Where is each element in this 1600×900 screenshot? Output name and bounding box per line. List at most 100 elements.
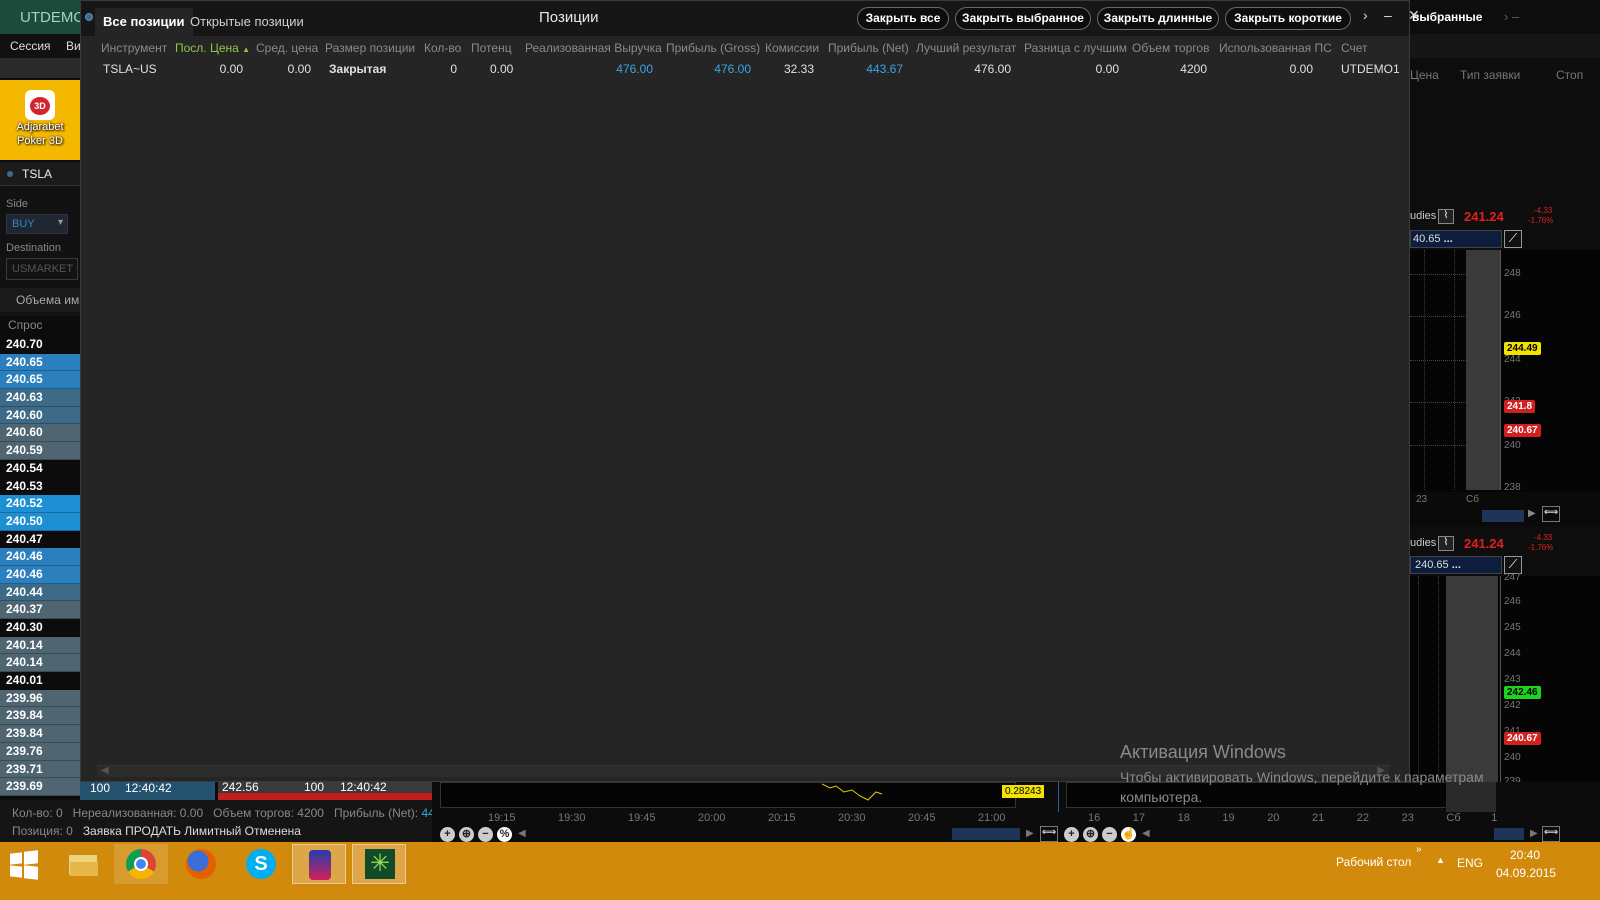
depth-row[interactable]: 239.71 — [0, 760, 80, 779]
close-selected-button[interactable]: Закрыть выбранное — [955, 7, 1091, 30]
col-instrument[interactable]: Инструмент — [101, 41, 167, 55]
depth-row[interactable]: 240.59 — [0, 442, 80, 460]
col-used-bp[interactable]: Использованная ПС — [1219, 41, 1332, 55]
start-button[interactable] — [8, 850, 38, 880]
zoom-out-icon[interactable]: − — [478, 827, 493, 842]
menu-view[interactable]: Ви — [66, 39, 81, 53]
chart2-studies[interactable]: udies — [1410, 537, 1436, 549]
scroll-left-icon[interactable]: ◀ — [101, 765, 109, 776]
green-app-icon[interactable]: ✳ — [352, 844, 406, 884]
minimize-icon[interactable]: – — [1384, 7, 1392, 23]
order-entry-symbol[interactable]: TSLA — [0, 162, 80, 186]
fit-icon[interactable]: ⟺ — [1040, 826, 1058, 842]
chart2-studies-icon[interactable]: ⌇ — [1438, 536, 1454, 551]
depth-row[interactable]: 240.14 — [0, 654, 80, 673]
zoom-out-icon-2[interactable]: − — [1102, 827, 1117, 842]
col-commissions[interactable]: Комиссии — [765, 41, 819, 55]
right-window-controls[interactable]: › – — [1504, 9, 1519, 24]
zoom-crosshair-icon[interactable]: + — [440, 827, 455, 842]
menu-session[interactable]: Сессия — [10, 39, 51, 53]
chart1-draw-icon[interactable]: ⟋ — [1504, 230, 1522, 248]
depth-row[interactable]: 240.50 — [0, 512, 80, 531]
chrome-icon[interactable] — [114, 844, 168, 884]
link-dot-icon[interactable] — [85, 13, 93, 21]
col-last-price[interactable]: Посл. Цена ▲ — [175, 41, 250, 55]
percent-icon[interactable]: % — [497, 827, 512, 842]
desktop-shortcut-adjarabet-poker[interactable]: Adjarabet Poker 3D — [0, 80, 80, 160]
close-icon[interactable]: ✕ — [1408, 7, 1420, 24]
zoom-crosshair-icon-2[interactable]: + — [1064, 827, 1079, 842]
col-potential[interactable]: Потенц — [471, 41, 515, 55]
firefox-icon[interactable] — [174, 844, 228, 884]
depth-row[interactable]: 240.52 — [0, 495, 80, 513]
toolbar-chevron-icon[interactable]: » — [1416, 844, 1422, 855]
col-best-result[interactable]: Лучший результат — [916, 41, 1016, 55]
depth-row[interactable]: 240.65 — [0, 353, 80, 372]
explorer-icon[interactable] — [56, 844, 110, 884]
depth-row[interactable]: 240.46 — [0, 548, 80, 566]
tab-all-positions[interactable]: Все позиции — [95, 8, 193, 36]
col-profit-gross[interactable]: Прибыль (Gross) — [666, 41, 760, 55]
chart1-fit-icon[interactable]: ⟺ — [1542, 506, 1560, 522]
tab-open-positions[interactable]: Открытые позиции — [182, 8, 312, 36]
depth-row[interactable]: 240.63 — [0, 389, 80, 407]
depth-row[interactable]: 240.70 — [0, 336, 80, 354]
col-avg-price[interactable]: Сред. цена — [256, 41, 318, 55]
chart1-studies[interactable]: udies — [1410, 210, 1436, 222]
depth-row[interactable]: 240.14 — [0, 636, 80, 655]
depth-row[interactable]: 240.60 — [0, 424, 80, 443]
fit-icon-2[interactable]: ⟺ — [1542, 826, 1560, 842]
depth-row[interactable]: 240.54 — [0, 459, 80, 478]
chart1-price-input[interactable]: 40.65 ... — [1410, 230, 1502, 248]
chart2-price-input[interactable]: 240.65 ... — [1410, 556, 1502, 574]
col-diff-from-best[interactable]: Разница с лучшим — [1024, 41, 1127, 55]
table-row[interactable]: TSLA~US 0.00 0.00 Закрытая 0 0.00 476.00… — [81, 61, 1409, 81]
scroll-left-icon[interactable]: ◀ — [518, 828, 526, 839]
zoom-in-icon[interactable]: ⊕ — [459, 827, 474, 842]
depth-row[interactable]: 239.69 — [0, 778, 80, 796]
close-short-button[interactable]: Закрыть короткие — [1225, 7, 1351, 30]
side-select[interactable]: BUY — [6, 214, 68, 234]
depth-row[interactable]: 240.30 — [0, 619, 80, 637]
destination-input[interactable]: USMARKET — [6, 258, 78, 280]
col-account[interactable]: Счет — [1341, 41, 1368, 55]
depth-row[interactable]: 239.76 — [0, 742, 80, 761]
more-chevron-icon[interactable]: › — [1363, 7, 1368, 23]
depth-row[interactable]: 240.37 — [0, 601, 80, 619]
chart1-scroll-right-icon[interactable]: ▶ — [1528, 508, 1536, 519]
col-trade-volume[interactable]: Объем торгов — [1132, 41, 1209, 55]
bottom-scrollbar-2[interactable] — [1494, 828, 1524, 840]
depth-row[interactable]: 240.01 — [0, 672, 80, 690]
depth-row[interactable]: 240.65 — [0, 371, 80, 390]
depth-row[interactable]: 240.60 — [0, 406, 80, 425]
depth-row[interactable]: 240.47 — [0, 530, 80, 549]
clock-time[interactable]: 20:40 — [1510, 848, 1540, 862]
chart1-scrollbar[interactable] — [1482, 510, 1524, 522]
depth-row[interactable]: 240.53 — [0, 477, 80, 496]
trading-app-icon[interactable] — [292, 844, 346, 884]
close-long-button[interactable]: Закрыть длинные — [1097, 7, 1219, 30]
bottom-scrollbar[interactable] — [952, 828, 1020, 840]
zoom-in-icon-2[interactable]: ⊕ — [1083, 827, 1098, 842]
col-profit-net[interactable]: Прибыль (Net) — [828, 41, 909, 55]
depth-row[interactable]: 240.44 — [0, 583, 80, 602]
right-close-selected-fragment[interactable]: выбранные — [1412, 10, 1482, 24]
skype-icon[interactable]: S — [234, 844, 288, 884]
desktop-toolbar-label[interactable]: Рабочий стол — [1336, 855, 1411, 869]
depth-row[interactable]: 239.84 — [0, 725, 80, 743]
clock-date[interactable]: 04.09.2015 — [1496, 866, 1556, 880]
language-indicator[interactable]: ENG — [1457, 856, 1483, 870]
close-all-button[interactable]: Закрыть все — [857, 7, 949, 30]
depth-row[interactable]: 239.84 — [0, 707, 80, 726]
scroll-right-icon[interactable]: ▶ — [1026, 828, 1034, 839]
tray-expand-icon[interactable]: ▲ — [1436, 855, 1445, 865]
col-position-size[interactable]: Размер позиции — [325, 41, 415, 55]
depth-row[interactable]: 239.96 — [0, 689, 80, 708]
col-realized-revenue[interactable]: Реализованная Выручка — [525, 41, 662, 55]
hand-icon[interactable]: ☝ — [1121, 827, 1136, 842]
scroll-left-icon-2[interactable]: ◀ — [1142, 828, 1150, 839]
chart1-studies-icon[interactable]: ⌇ — [1438, 209, 1454, 224]
scroll-right-icon-2[interactable]: ▶ — [1530, 828, 1538, 839]
depth-row[interactable]: 240.46 — [0, 565, 80, 584]
col-quantity[interactable]: Кол-во — [424, 41, 461, 55]
